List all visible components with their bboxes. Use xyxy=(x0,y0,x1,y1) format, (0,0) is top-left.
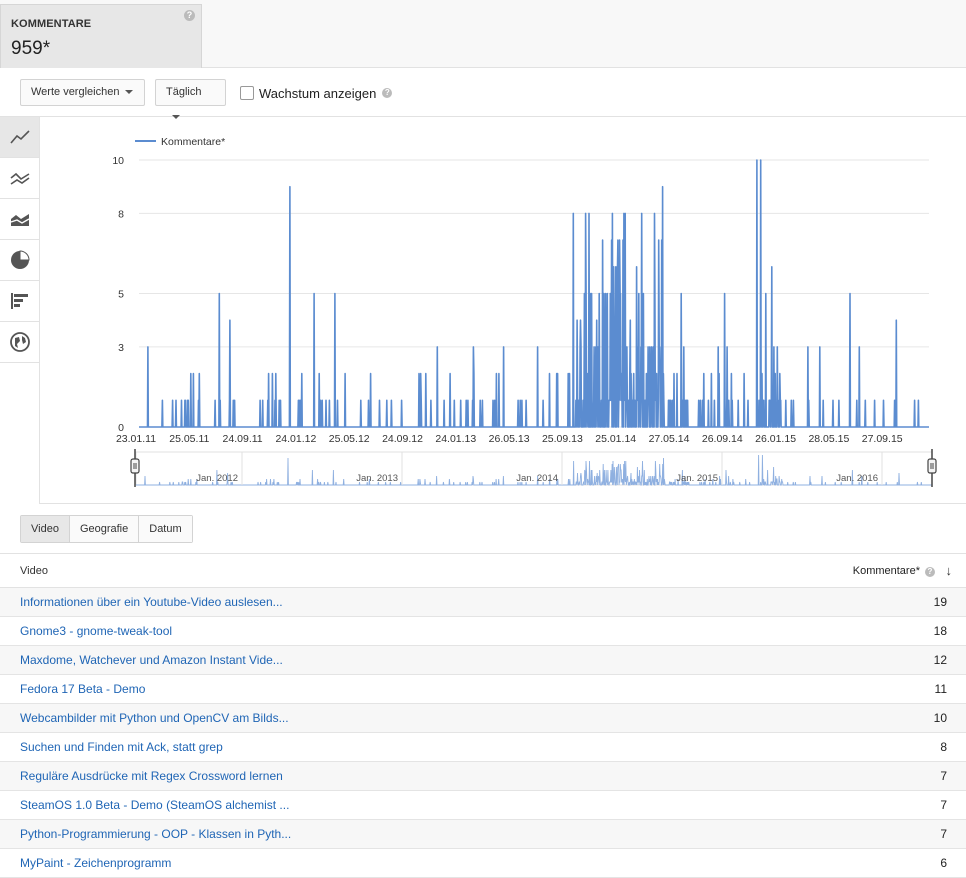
growth-label: Wachstum anzeigen xyxy=(259,85,377,101)
navigator-label: Jan. 2016 xyxy=(836,473,878,484)
comment-count: 6 xyxy=(940,856,947,870)
x-tick-label: 25.09.13 xyxy=(542,433,583,445)
metric-card-comments[interactable]: KOMMENTARE 959* ? xyxy=(0,4,202,68)
x-tick-label: 25.01.14 xyxy=(595,433,636,445)
tab-video[interactable]: Video xyxy=(21,516,70,542)
video-title-link[interactable]: Informationen über ein Youtube-Video aus… xyxy=(20,595,283,609)
y-tick-label: 10 xyxy=(112,155,124,167)
table-row: SteamOS 1.0 Beta - Demo (SteamOS alchemi… xyxy=(0,791,966,820)
navigator-label: Jan. 2015 xyxy=(676,473,718,484)
table-row: Reguläre Ausdrücke mit Regex Crossword l… xyxy=(0,762,966,791)
table-row: Python-Programmierung - OOP - Klassen in… xyxy=(0,820,966,849)
y-tick-label: 3 xyxy=(118,342,124,354)
comment-count: 7 xyxy=(940,769,947,783)
column-header-comments[interactable]: Kommentare* xyxy=(853,565,920,577)
comment-count: 19 xyxy=(933,595,947,609)
multi-line-chart-button[interactable] xyxy=(0,158,39,199)
multi-line-chart-icon xyxy=(10,172,29,185)
video-title-link[interactable]: Gnome3 - gnome-tweak-tool xyxy=(20,624,172,638)
dimension-tabs: Video Geografie Datum xyxy=(20,515,193,543)
legend-label: Kommentare* xyxy=(161,136,225,148)
tab-geografie[interactable]: Geografie xyxy=(69,516,140,542)
line-chart-button[interactable] xyxy=(0,117,39,158)
video-title-link[interactable]: Maxdome, Watchever und Amazon Instant Vi… xyxy=(20,653,283,667)
x-tick-label: 25.05.12 xyxy=(329,433,370,445)
comment-count: 8 xyxy=(940,740,947,754)
table-row: Maxdome, Watchever und Amazon Instant Vi… xyxy=(0,646,966,675)
table-row: Gnome3 - gnome-tweak-tool 18 xyxy=(0,617,966,646)
x-tick-label: 27.05.14 xyxy=(649,433,690,445)
comment-count: 18 xyxy=(933,624,947,638)
pie-chart-button[interactable] xyxy=(0,240,39,281)
x-tick-label: 27.09.15 xyxy=(862,433,903,445)
x-tick-label: 25.05.11 xyxy=(169,433,209,445)
x-tick-label: 24.09.11 xyxy=(223,433,263,445)
table-row: Webcambilder mit Python und OpenCV am Bi… xyxy=(0,704,966,733)
compare-values-label: Werte vergleichen xyxy=(31,86,120,98)
video-title-link[interactable]: Fedora 17 Beta - Demo xyxy=(20,682,145,696)
x-tick-label: 24.01.13 xyxy=(435,433,476,445)
x-tick-label: 23.01.11 xyxy=(116,433,156,445)
y-tick-label: 5 xyxy=(118,289,124,301)
area-chart-button[interactable] xyxy=(0,199,39,240)
video-title-link[interactable]: MyPaint - Zeichenprogramm xyxy=(20,856,171,870)
comments-line-chart[interactable]: Kommentare*03581023.01.11 25.05.11 24.09.1… xyxy=(40,117,966,503)
navigator-label: Jan. 2013 xyxy=(356,473,398,484)
metric-label: KOMMENTARE xyxy=(11,18,92,30)
bar-chart-button[interactable] xyxy=(0,281,39,322)
table-row: Informationen über ein Youtube-Video aus… xyxy=(0,588,966,617)
line-chart-icon xyxy=(9,130,30,144)
tab-datum[interactable]: Datum xyxy=(139,516,192,542)
period-label: Täglich xyxy=(166,86,202,98)
navigator-label: Jan. 2012 xyxy=(196,473,238,484)
comment-count: 12 xyxy=(933,653,947,667)
navigator-handle[interactable] xyxy=(927,458,937,474)
x-tick-label: 26.09.14 xyxy=(702,433,743,445)
metric-bar: KOMMENTARE 959* ? xyxy=(0,0,966,68)
table-body: Informationen über ein Youtube-Video aus… xyxy=(0,588,966,878)
x-tick-label: 26.05.13 xyxy=(489,433,530,445)
y-tick-label: 8 xyxy=(118,208,124,220)
x-tick-label: 24.09.12 xyxy=(382,433,423,445)
pie-chart-icon xyxy=(10,250,30,269)
growth-toggle[interactable]: Wachstum anzeigen ? xyxy=(240,84,393,102)
navigator-label: Jan. 2014 xyxy=(516,473,558,484)
video-title-link[interactable]: Reguläre Ausdrücke mit Regex Crossword l… xyxy=(20,769,283,783)
column-header-video[interactable]: Video xyxy=(20,565,48,577)
table-row: Suchen und Finden mit Ack, statt grep 8 xyxy=(0,733,966,762)
navigator-handle[interactable] xyxy=(130,458,140,474)
comment-count: 7 xyxy=(940,827,947,841)
map-chart-button[interactable] xyxy=(0,322,39,363)
table-row: MyPaint - Zeichenprogramm 6 xyxy=(0,849,966,878)
video-title-link[interactable]: Python-Programmierung - OOP - Klassen in… xyxy=(20,827,291,841)
metric-value: 959* xyxy=(11,38,51,59)
table-header: Video Kommentare* ? ↓ xyxy=(0,553,966,588)
bar-chart-icon xyxy=(10,293,28,309)
help-icon[interactable]: ? xyxy=(925,567,935,577)
video-title-link[interactable]: Suchen und Finden mit Ack, statt grep xyxy=(20,740,223,754)
globe-icon xyxy=(9,332,30,352)
comment-count: 7 xyxy=(940,798,947,812)
chart-type-sidebar xyxy=(0,117,40,504)
caret-down-icon xyxy=(125,90,134,95)
area-chart-icon xyxy=(10,214,29,226)
table-row: Fedora 17 Beta - Demo 11 xyxy=(0,675,966,704)
compare-values-dropdown[interactable]: Werte vergleichen xyxy=(20,79,145,106)
x-tick-label: 26.01.15 xyxy=(755,433,796,445)
sort-down-arrow-icon[interactable]: ↓ xyxy=(946,563,953,578)
growth-checkbox[interactable] xyxy=(240,86,254,100)
video-title-link[interactable]: SteamOS 1.0 Beta - Demo (SteamOS alchemi… xyxy=(20,798,289,812)
video-table: Video Kommentare* ? ↓ Informationen über… xyxy=(0,553,966,878)
help-icon[interactable]: ? xyxy=(184,10,195,21)
video-title-link[interactable]: Webcambilder mit Python und OpenCV am Bi… xyxy=(20,711,289,725)
help-icon[interactable]: ? xyxy=(382,88,393,98)
comment-count: 11 xyxy=(934,682,947,696)
comment-count: 10 xyxy=(933,711,947,725)
toolbar: Werte vergleichen Täglich Wachstum anzei… xyxy=(0,68,966,120)
period-dropdown[interactable]: Täglich xyxy=(155,79,226,120)
chart-area: Kommentare* 0 3 5 8 10 23.01.11 25.05.11 24.09.1… xyxy=(40,117,966,504)
x-tick-label: 28.05.15 xyxy=(808,433,849,445)
x-tick-label: 24.01.12 xyxy=(275,433,316,445)
